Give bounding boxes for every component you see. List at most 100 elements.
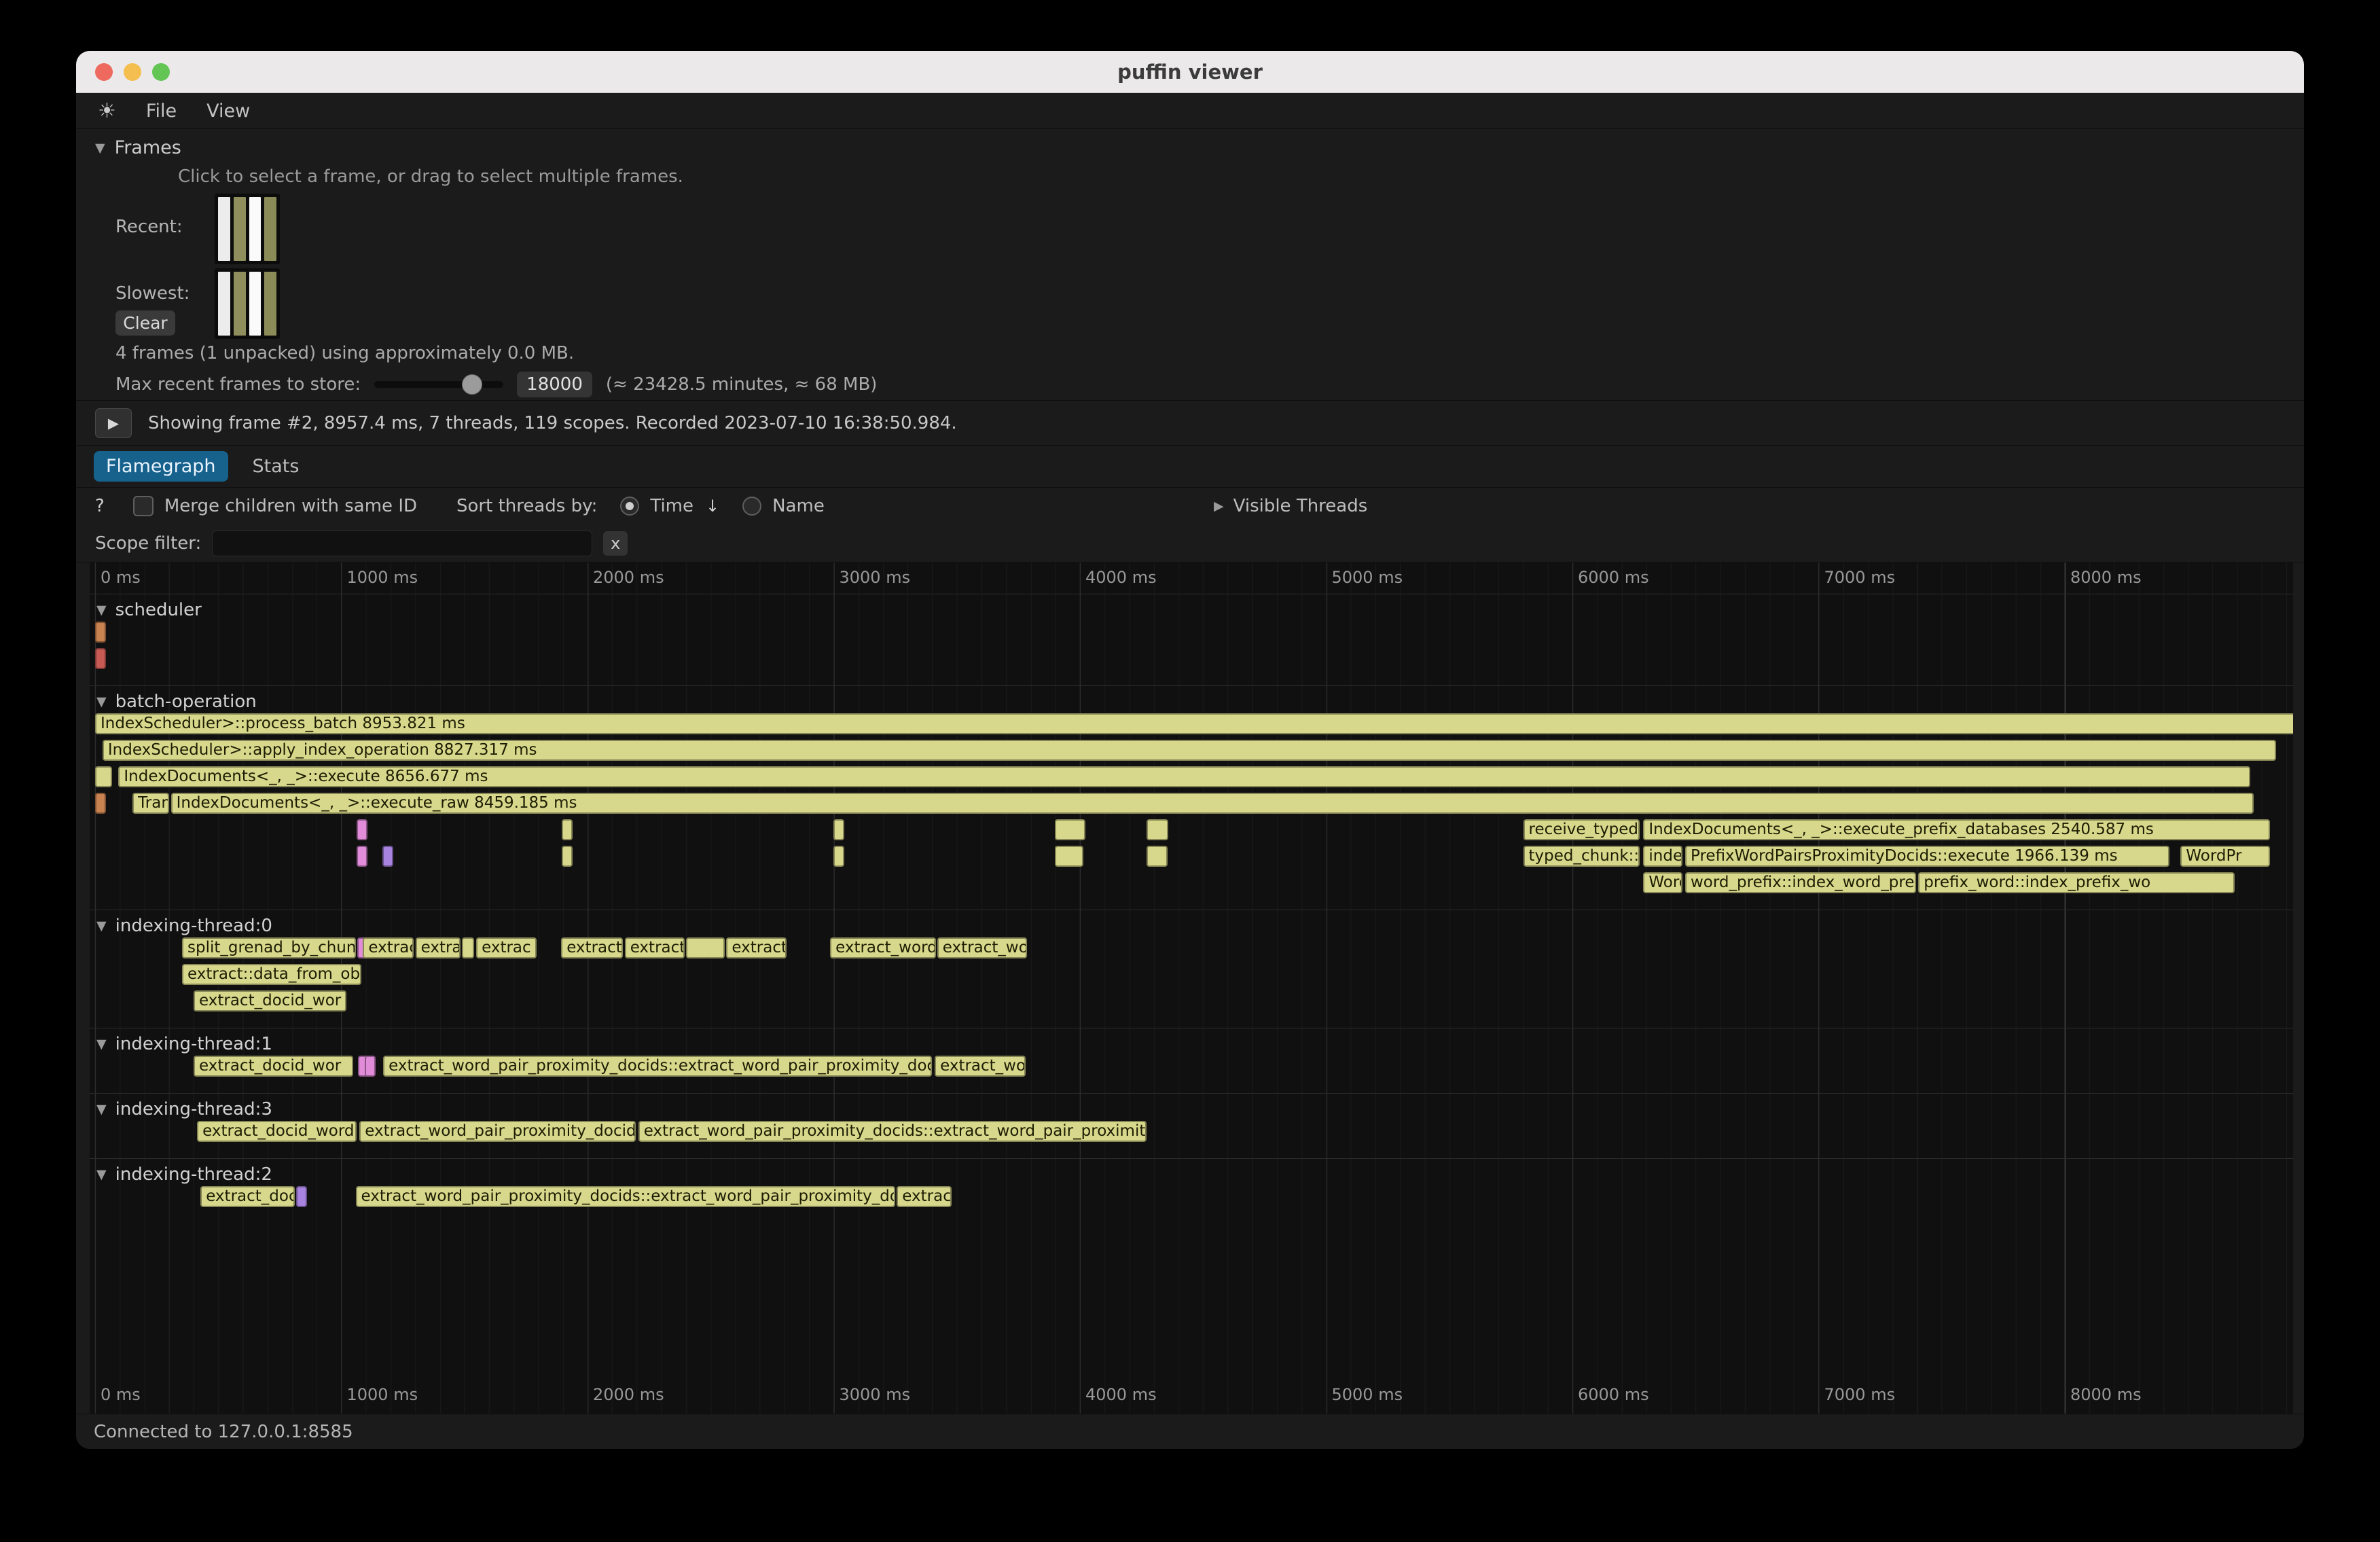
scope-bar[interactable]: extract_word	[830, 937, 936, 958]
scope-bar[interactable]: word_prefix::index_word_prefix_	[1685, 872, 1916, 893]
clear-filter-button[interactable]: x	[603, 531, 628, 556]
scope-bar[interactable]: extract_	[625, 937, 685, 958]
minimize-button[interactable]	[124, 63, 141, 81]
scope-bar[interactable]: Word	[1643, 872, 1682, 893]
frames-section-header[interactable]: ▼ Frames	[95, 137, 2304, 158]
scope-bar[interactable]: Trans	[132, 793, 169, 814]
visible-threads-header[interactable]: ▶ Visible Threads	[1214, 496, 1367, 516]
sort-name-radio[interactable]	[742, 497, 761, 516]
scope-bar[interactable]: split_grenad_by_chun	[182, 937, 356, 958]
flame-row	[90, 622, 2293, 644]
scope-bar[interactable]: extra	[416, 937, 461, 958]
scope-bar[interactable]	[357, 819, 367, 840]
frame-bar[interactable]	[234, 197, 246, 261]
scope-filter-input[interactable]	[212, 531, 592, 556]
flamegraph-canvas[interactable]: 0 ms1000 ms2000 ms3000 ms4000 ms5000 ms6…	[90, 562, 2293, 1414]
scope-bar[interactable]: index	[1643, 846, 1682, 867]
scope-bar[interactable]: extract_docid_wor	[194, 990, 346, 1011]
scope-bar[interactable]	[1055, 819, 1085, 840]
scope-bar[interactable]: extract_docid_word	[197, 1121, 357, 1142]
slowest-frame-thumbnail[interactable]	[215, 268, 280, 339]
scope-bar[interactable]: extract_word_pair_proximity_docids::extr…	[383, 1056, 932, 1077]
frame-bar[interactable]	[249, 272, 262, 336]
scope-bar[interactable]: extract_wo	[937, 937, 1027, 958]
tab-stats[interactable]: Stats	[247, 451, 305, 482]
scope-bar[interactable]: prefix_word::index_prefix_wo	[1918, 872, 2235, 893]
scope-bar[interactable]: extract	[726, 937, 787, 958]
scope-bar[interactable]	[382, 846, 393, 867]
scope-bar[interactable]: extract_word_pair_proximity_docids	[359, 1121, 635, 1142]
scope-bar[interactable]: extract::data_from_ob	[182, 964, 361, 985]
thread-header[interactable]: ▼indexing-thread:2	[90, 1163, 2293, 1186]
help-button[interactable]: ?	[95, 496, 105, 516]
scope-bar[interactable]: extrac	[476, 937, 537, 958]
frame-bar[interactable]	[264, 272, 276, 336]
max-frames-slider[interactable]	[374, 381, 503, 388]
scope-bar[interactable]	[365, 1056, 376, 1077]
scope-bar[interactable]	[357, 846, 367, 867]
scope-bar[interactable]	[686, 937, 725, 958]
clear-button[interactable]: Clear	[115, 310, 175, 336]
menu-file[interactable]: File	[146, 101, 177, 122]
frame-bar[interactable]	[249, 197, 262, 261]
scope-bar[interactable]	[833, 846, 844, 867]
scope-bar[interactable]	[562, 819, 573, 840]
scope-bar[interactable]: extract_word_pair_proximity_docids::extr…	[638, 1121, 1147, 1142]
scope-bar[interactable]: extrac	[897, 1186, 952, 1207]
tab-flamegraph[interactable]: Flamegraph	[94, 451, 228, 482]
scope-bar[interactable]	[462, 937, 475, 958]
scope-bar[interactable]	[95, 622, 106, 643]
thread-header[interactable]: ▼indexing-thread:0	[90, 914, 2293, 937]
max-frames-value[interactable]: 18000	[517, 372, 592, 397]
sort-time-label[interactable]: Time	[650, 496, 693, 516]
scope-bar[interactable]: IndexDocuments<_, _>::execute_raw 8459.1…	[171, 793, 2254, 814]
close-button[interactable]	[95, 63, 113, 81]
slider-knob[interactable]	[462, 374, 482, 395]
scope-bar[interactable]: PrefixWordPairsProximityDocids::execute …	[1685, 846, 2169, 867]
zoom-button[interactable]	[152, 63, 170, 81]
scope-bar[interactable]	[833, 819, 844, 840]
thread-name: indexing-thread:1	[115, 1034, 272, 1054]
thread-header[interactable]: ▼scheduler	[90, 598, 2293, 622]
frame-bar[interactable]	[264, 197, 276, 261]
scope-bar[interactable]	[1055, 846, 1083, 867]
scope-bar[interactable]	[1147, 819, 1169, 840]
sort-name-label[interactable]: Name	[772, 496, 825, 516]
scope-bar[interactable]	[562, 846, 573, 867]
scope-bar[interactable]: IndexScheduler>::apply_index_operation 8…	[103, 740, 2276, 761]
collapse-icon: ▼	[96, 1037, 107, 1052]
play-button[interactable]: ▶	[95, 408, 132, 438]
sort-time-radio[interactable]	[620, 497, 639, 516]
scope-bar[interactable]	[95, 793, 106, 814]
frame-bar[interactable]	[218, 197, 230, 261]
scope-bar[interactable]: extract_wo	[935, 1056, 1026, 1077]
scope-bar[interactable]: typed_chunk::w	[1523, 846, 1640, 867]
frame-bar[interactable]	[218, 272, 230, 336]
scope-bar[interactable]	[296, 1186, 307, 1207]
recent-frame-thumbnail[interactable]	[215, 194, 280, 264]
scope-bar[interactable]: extract_word_pair_proximity_docids::extr…	[356, 1186, 896, 1207]
flame-row: IndexScheduler>::process_batch 8953.821 …	[90, 713, 2293, 736]
scope-bar[interactable]	[95, 766, 112, 787]
theme-toggle-icon[interactable]: ☀	[98, 99, 116, 123]
scope-bar[interactable]: extract	[363, 937, 414, 958]
menu-view[interactable]: View	[206, 101, 250, 122]
thread-header[interactable]: ▼batch-operation	[90, 690, 2293, 713]
scope-bar[interactable]: extract_doc	[200, 1186, 295, 1207]
scope-bar[interactable]: extract_	[561, 937, 623, 958]
thread-header[interactable]: ▼indexing-thread:3	[90, 1098, 2293, 1121]
merge-checkbox[interactable]	[133, 496, 154, 516]
collapse-icon: ▼	[96, 603, 107, 617]
scope-bar[interactable]: IndexDocuments<_, _>::execute 8656.677 m…	[118, 766, 2250, 787]
scope-bar[interactable]: receive_typed_	[1523, 819, 1640, 840]
scope-bar[interactable]: WordPr	[2180, 846, 2269, 867]
scope-bar[interactable]	[95, 648, 106, 669]
scope-bar[interactable]: extract_docid_wor	[194, 1056, 353, 1077]
scope-bar[interactable]	[1147, 846, 1168, 867]
sort-direction-icon[interactable]: ↓	[706, 497, 719, 516]
scope-bar[interactable]: IndexScheduler>::process_batch 8953.821 …	[95, 713, 2293, 734]
thread-header[interactable]: ▼ indexing-thread:1	[90, 1033, 2293, 1056]
frame-bar[interactable]	[234, 272, 246, 336]
scope-bar[interactable]: IndexDocuments<_, _>::execute_prefix_dat…	[1643, 819, 2269, 840]
thread-name: batch-operation	[115, 692, 257, 712]
